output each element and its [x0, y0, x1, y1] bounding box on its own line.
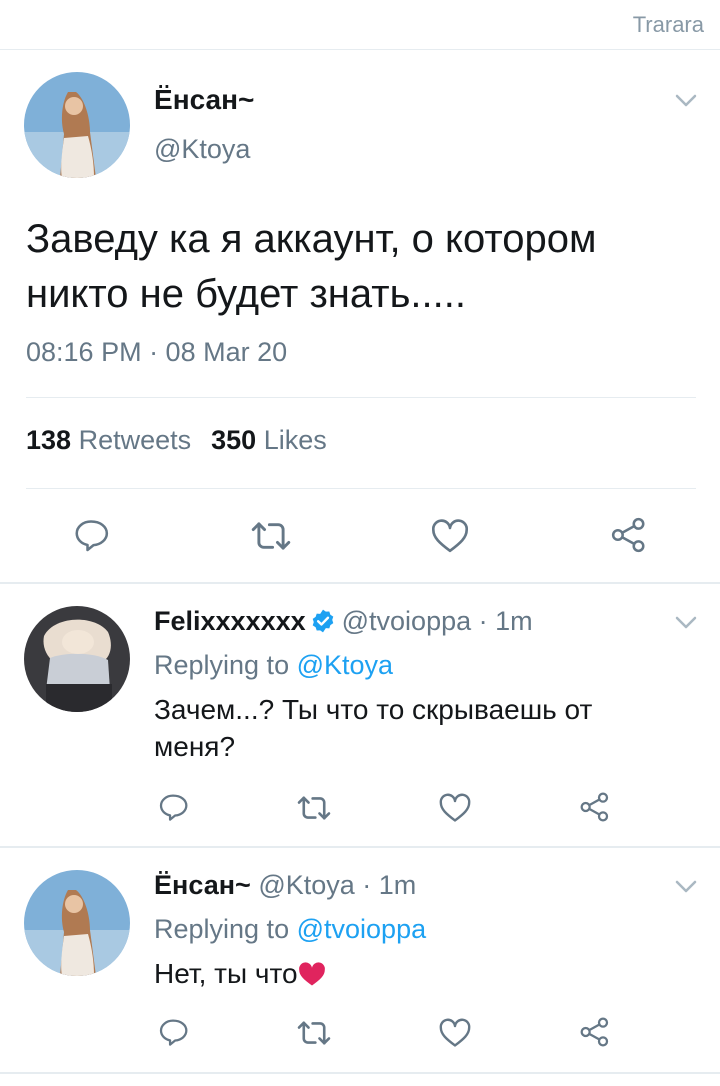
heart-icon[interactable]: [430, 516, 470, 554]
reply-header: Ёнсан~ @Ktoya · 1m: [154, 870, 416, 901]
verified-badge-icon: [310, 608, 336, 634]
author-handle[interactable]: @Ktoya: [258, 870, 354, 900]
tweet-separator: [0, 582, 720, 584]
red-heart-emoji: [298, 959, 326, 986]
reply-time: · 1m: [362, 870, 417, 900]
share-icon[interactable]: [579, 1016, 611, 1048]
tweet-separator: [0, 1072, 720, 1074]
retweets-label: Retweets: [78, 425, 192, 455]
reply-icon[interactable]: [157, 1016, 189, 1048]
heart-icon[interactable]: [438, 791, 472, 823]
avatar[interactable]: [24, 870, 130, 976]
tweet-timestamp[interactable]: 08:16 PM · 08 Mar 20: [26, 337, 287, 368]
retweet-icon[interactable]: [296, 793, 332, 823]
tweet-stats: 138 Retweets 350 Likes: [26, 425, 327, 456]
retweet-icon[interactable]: [250, 518, 292, 554]
share-icon[interactable]: [579, 791, 611, 823]
likes-stat[interactable]: 350 Likes: [211, 425, 327, 455]
divider: [26, 397, 696, 398]
author-name[interactable]: Ёнсан~: [154, 870, 251, 900]
chevron-down-icon[interactable]: [675, 616, 697, 630]
mention-link[interactable]: @Ktoya: [297, 650, 393, 680]
replying-to: Replying to @Ktoya: [154, 650, 393, 681]
avatar[interactable]: [24, 606, 130, 712]
reply-text: Нет, ты что: [154, 958, 298, 989]
replying-label: Replying to: [154, 914, 290, 944]
mention-link[interactable]: @tvoioppa: [297, 914, 427, 944]
top-bar: Trarara: [0, 0, 720, 50]
replying-label: Replying to: [154, 650, 290, 680]
retweet-icon[interactable]: [296, 1018, 332, 1048]
tweet-text: Заведу ка я аккаунт, о котором никто не …: [26, 217, 597, 316]
avatar[interactable]: [24, 72, 130, 178]
chevron-down-icon[interactable]: [675, 94, 697, 108]
share-icon[interactable]: [610, 516, 648, 554]
author-handle[interactable]: @tvoioppa: [342, 606, 472, 636]
author-handle[interactable]: @Ktoya: [154, 134, 250, 165]
retweets-stat[interactable]: 138 Retweets: [26, 425, 191, 455]
reply-icon[interactable]: [157, 791, 189, 823]
heart-icon[interactable]: [438, 1016, 472, 1048]
watermark-text: Trarara: [632, 12, 704, 37]
retweets-count: 138: [26, 425, 72, 455]
reply-text-container: Нет, ты что: [154, 955, 674, 992]
tweet-separator: [0, 846, 720, 848]
author-name[interactable]: Ёнсан~: [154, 84, 254, 116]
reply-icon[interactable]: [72, 516, 110, 554]
chevron-down-icon[interactable]: [675, 880, 697, 894]
likes-label: Likes: [263, 425, 327, 455]
divider: [26, 488, 696, 489]
reply-text: Зачем...? Ты что то скрываешь от меня?: [154, 694, 593, 762]
reply-header: Felixxxxxxx @tvoioppa · 1m: [154, 606, 533, 637]
replying-to: Replying to @tvoioppa: [154, 914, 426, 945]
author-name[interactable]: Felixxxxxxx: [154, 606, 306, 636]
likes-count: 350: [211, 425, 257, 455]
reply-time: · 1m: [478, 606, 533, 636]
